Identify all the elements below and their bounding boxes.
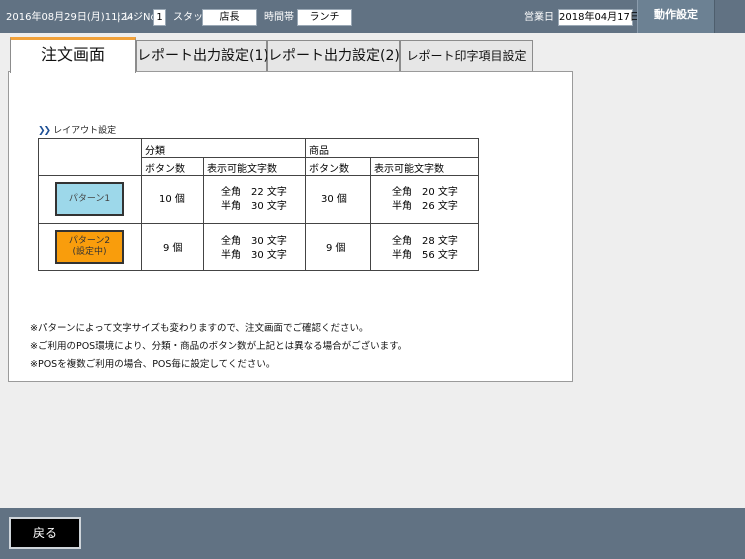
- product-header: 商品: [309, 146, 329, 157]
- staff-value: 店長: [202, 9, 257, 26]
- grid-line: [203, 157, 204, 270]
- grid-line: [39, 223, 478, 224]
- product-full-width-chars: 全角 28 文字: [392, 236, 458, 247]
- tab-report-print-items[interactable]: レポート印字項目設定: [400, 40, 533, 71]
- product-display-chars-header: 表示可能文字数: [374, 164, 444, 175]
- double-chevron-right-icon: ❯❯: [38, 126, 51, 136]
- notes: ※パターンによって文字サイズも変わりますので、注文画面でご確認ください。 ※ご利…: [30, 320, 407, 374]
- note-line: ※POSを複数ご利用の場合、POS毎に設定してください。: [30, 359, 276, 370]
- settings-panel: ❯❯ レイアウト設定 分類 商品 ボタン数 表示可能文字数 ボタン数 表示可能文字…: [8, 71, 573, 382]
- product-half-width-chars: 半角 26 文字: [392, 201, 458, 212]
- category-full-width-chars: 全角 22 文字: [221, 187, 287, 198]
- category-button-count: 9 個: [163, 243, 183, 254]
- category-half-width-chars: 半角 30 文字: [221, 250, 287, 261]
- pattern-2-button[interactable]: パターン2 (設定中): [55, 230, 124, 264]
- grid-line: [370, 157, 371, 270]
- note-line: ※ご利用のPOS環境により、分類・商品のボタン数が上記とは異なる場合がございます…: [30, 341, 408, 352]
- timeslot-label: 時間帯: [264, 12, 294, 23]
- operation-settings-button[interactable]: 動作設定: [637, 0, 715, 33]
- header-bar: 2016年08月29日(月)11:24 | レジNo 1 スタッフ 店長 時間帯…: [0, 0, 745, 33]
- category-button-count-header: ボタン数: [145, 164, 185, 175]
- category-half-width-chars: 半角 30 文字: [221, 201, 287, 212]
- business-date-value: 2018年04月17日: [558, 9, 640, 26]
- product-full-width-chars: 全角 20 文字: [392, 187, 458, 198]
- product-button-count: 9 個: [326, 243, 346, 254]
- register-value: 1: [153, 9, 166, 26]
- current-datetime: 2016年08月29日(月)11:24: [6, 12, 134, 23]
- grid-line: [141, 157, 478, 158]
- timeslot-value: ランチ: [297, 9, 352, 26]
- category-full-width-chars: 全角 30 文字: [221, 236, 287, 247]
- category-header: 分類: [145, 146, 165, 157]
- product-button-count-header: ボタン数: [309, 164, 349, 175]
- tab-order-screen[interactable]: 注文画面: [10, 37, 136, 73]
- category-button-count: 10 個: [159, 194, 185, 205]
- section-title: ❯❯ レイアウト設定: [38, 123, 116, 136]
- tab-report-output-2[interactable]: レポート出力設定(2): [267, 40, 400, 71]
- section-title-text: レイアウト設定: [53, 126, 117, 136]
- pattern-2-status: (設定中): [72, 247, 107, 257]
- header-divider: |: [117, 12, 121, 23]
- pattern-2-label: パターン2: [68, 236, 111, 246]
- back-button[interactable]: 戻る: [9, 517, 81, 549]
- grid-line: [39, 175, 478, 176]
- grid-line: [305, 139, 306, 270]
- footer-bar: 戻る: [0, 508, 745, 559]
- business-date-label: 営業日: [524, 12, 554, 23]
- category-display-chars-header: 表示可能文字数: [207, 164, 277, 175]
- product-half-width-chars: 半角 56 文字: [392, 250, 458, 261]
- product-button-count: 30 個: [321, 194, 347, 205]
- register-label: レジNo: [123, 12, 157, 23]
- tab-report-output-1[interactable]: レポート出力設定(1): [136, 40, 269, 71]
- note-line: ※パターンによって文字サイズも変わりますので、注文画面でご確認ください。: [30, 323, 369, 334]
- pattern-1-button[interactable]: パターン1: [55, 182, 124, 216]
- pattern-1-label: パターン1: [68, 193, 111, 204]
- grid-line: [141, 139, 142, 270]
- header-edge: [715, 0, 745, 33]
